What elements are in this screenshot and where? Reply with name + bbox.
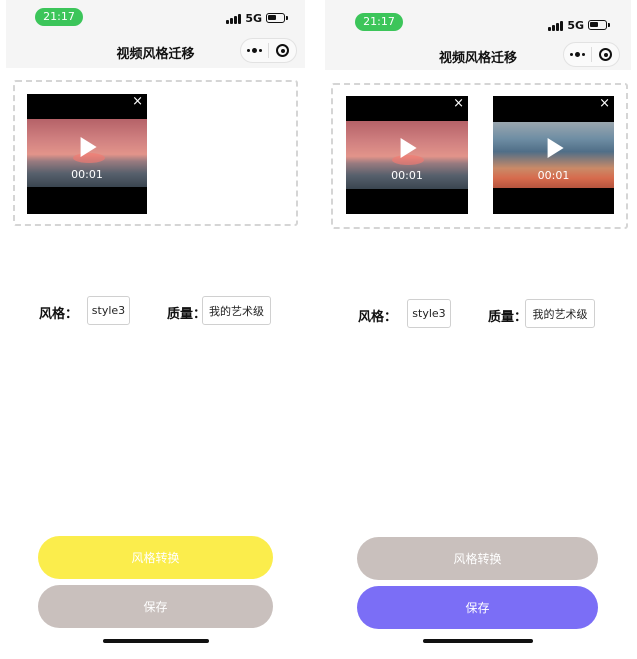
play-icon[interactable] bbox=[80, 136, 97, 157]
close-miniprogram-button[interactable] bbox=[269, 39, 296, 62]
phone-screen-right: 21:17 5G 视频风格迁移 00:01 × 00:01 × 风格： styl… bbox=[325, 0, 631, 659]
more-button[interactable] bbox=[564, 43, 591, 66]
delete-video-icon[interactable]: × bbox=[132, 95, 143, 109]
video-upload-area[interactable]: 00:01 × 00:01 × bbox=[331, 83, 628, 229]
save-button[interactable]: 保存 bbox=[38, 585, 273, 628]
status-icons: 5G bbox=[226, 11, 288, 25]
quality-label: 质量： bbox=[167, 307, 207, 322]
home-indicator bbox=[103, 639, 209, 643]
signal-icon bbox=[226, 13, 242, 24]
style-label: 风格： bbox=[39, 307, 79, 322]
top-bar: 21:17 5G 视频风格迁移 bbox=[325, 0, 631, 70]
video-upload-area[interactable]: 00:01 × bbox=[13, 80, 298, 226]
more-icon bbox=[247, 48, 262, 53]
more-icon bbox=[570, 52, 585, 57]
style-label: 风格： bbox=[358, 310, 398, 325]
status-time: 21:17 bbox=[355, 13, 403, 31]
video-duration: 00:01 bbox=[71, 168, 103, 182]
delete-video-icon[interactable]: × bbox=[599, 97, 610, 111]
quality-select[interactable]: 我的艺术级 bbox=[202, 296, 271, 325]
style-select[interactable]: style3 bbox=[407, 299, 451, 328]
style-select[interactable]: style3 bbox=[87, 296, 130, 325]
save-button[interactable]: 保存 bbox=[357, 586, 598, 629]
video-duration: 00:01 bbox=[391, 169, 423, 183]
video-thumbnail[interactable]: 00:01 × bbox=[346, 96, 468, 214]
play-icon[interactable] bbox=[400, 137, 417, 158]
video-duration: 00:01 bbox=[537, 169, 570, 183]
delete-video-icon[interactable]: × bbox=[453, 97, 464, 111]
more-button[interactable] bbox=[241, 39, 268, 62]
style-convert-button[interactable]: 风格转换 bbox=[357, 537, 598, 580]
network-label: 5G bbox=[245, 11, 262, 25]
close-miniprogram-button[interactable] bbox=[592, 43, 619, 66]
network-label: 5G bbox=[567, 18, 584, 32]
mini-program-capsule bbox=[240, 38, 297, 63]
quality-label: 质量： bbox=[488, 310, 528, 325]
video-thumbnail[interactable]: 00:01 × bbox=[27, 94, 147, 214]
mini-program-capsule bbox=[563, 42, 620, 67]
battery-icon bbox=[588, 20, 610, 30]
battery-icon bbox=[266, 13, 288, 23]
target-icon bbox=[599, 48, 612, 61]
play-icon[interactable] bbox=[547, 137, 564, 158]
status-icons: 5G bbox=[548, 18, 610, 32]
home-indicator bbox=[423, 639, 533, 643]
phone-screen-left: 21:17 5G 视频风格迁移 00:01 × 风格： style3 质量： 我… bbox=[6, 0, 305, 659]
target-icon bbox=[276, 44, 289, 57]
signal-icon bbox=[548, 20, 564, 31]
status-time: 21:17 bbox=[35, 8, 83, 26]
top-bar: 21:17 5G 视频风格迁移 bbox=[6, 0, 305, 68]
style-convert-button[interactable]: 风格转换 bbox=[38, 536, 273, 579]
video-thumbnail[interactable]: 00:01 × bbox=[493, 96, 614, 214]
quality-select[interactable]: 我的艺术级 bbox=[525, 299, 595, 328]
